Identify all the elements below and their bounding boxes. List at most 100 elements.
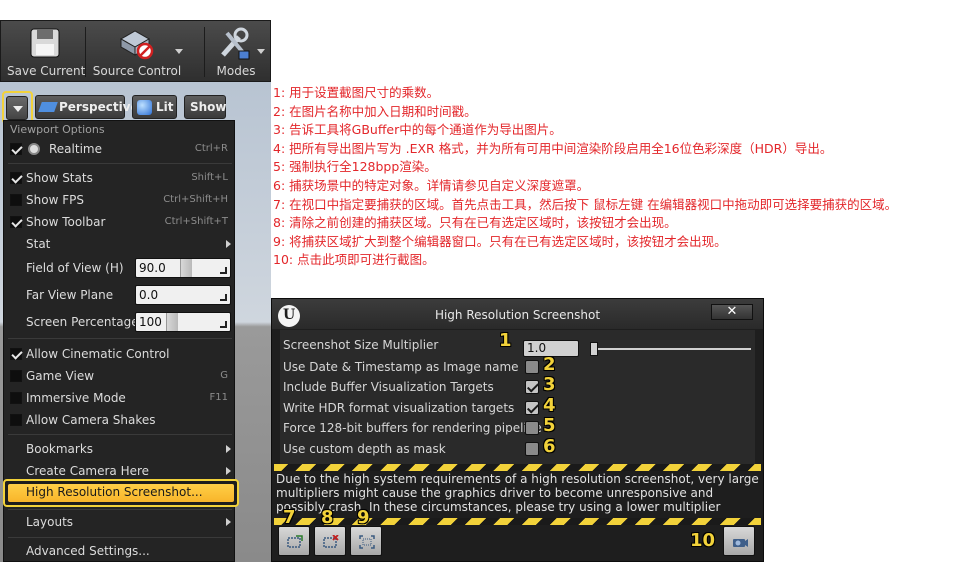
show-button[interactable]: Show <box>184 95 227 119</box>
shortcut: Shift+L <box>191 172 228 183</box>
capture-region-button[interactable]: 7 <box>278 507 310 556</box>
capture-screenshot-button[interactable]: 10 <box>690 526 755 556</box>
menu-divider <box>8 537 232 538</box>
note-line: 6: 捕获场景中的特定对象。详情请参见自定义深度遮罩。 <box>273 177 590 193</box>
menu-item-show-stats[interactable]: Show Stats Shift+L <box>4 168 234 188</box>
checkbox[interactable] <box>525 380 539 394</box>
show-label: Show <box>190 100 227 114</box>
slider-knob[interactable] <box>166 313 178 331</box>
menu-item-high-resolution-screenshot[interactable]: High Resolution Screenshot... <box>3 479 239 507</box>
note-line: 10: 点击此项即可进行截图。 <box>273 252 435 268</box>
submenu-arrow-icon <box>226 445 231 453</box>
source-control-button[interactable]: Source Control <box>89 21 185 81</box>
save-current-button[interactable]: Save Current <box>7 21 85 81</box>
menu-section-header: Viewport Options <box>10 123 105 136</box>
menu-item-immersive-mode[interactable]: Immersive Mode F11 <box>4 388 234 408</box>
modes-button[interactable]: Modes <box>207 21 265 81</box>
field-value: 90.0 <box>139 261 166 275</box>
menu-item-bookmarks[interactable]: Bookmarks <box>4 439 234 459</box>
option-label: Include Buffer Visualization Targets <box>283 380 494 394</box>
checkbox[interactable] <box>10 392 22 404</box>
slider-knob[interactable] <box>180 259 192 277</box>
checkbox[interactable] <box>10 348 22 360</box>
modes-label: Modes <box>216 64 256 78</box>
note-line: 4: 把所有导出图片写为 .EXR 格式，并为所有可用中间渲染阶段启用全16位色… <box>273 140 833 156</box>
note-line: 1: 用于设置截图尺寸的乘数。 <box>273 85 440 100</box>
toolbar-divider <box>204 27 205 77</box>
menu-item-advanced-settings[interactable]: Advanced Settings... <box>4 541 234 561</box>
menu-item-game-view[interactable]: Game View G <box>4 366 234 386</box>
menu-item-label: Game View <box>26 369 95 383</box>
clear-region-button[interactable]: 8 <box>314 507 346 556</box>
callout-badge: 5 <box>543 415 556 436</box>
perspective-icon <box>38 102 58 112</box>
lit-label: Lit <box>156 100 174 114</box>
far-view-plane-input[interactable]: 0.0 <box>135 285 231 305</box>
menu-item-screen-percentage: Screen Percentage 100 <box>4 312 234 332</box>
dialog-title-bar[interactable]: High Resolution Screenshot ✕ <box>272 299 763 329</box>
menu-item-label: Realtime <box>49 142 102 156</box>
shortcut: G <box>220 370 228 381</box>
menu-item-allow-cinematic-control[interactable]: Allow Cinematic Control <box>4 344 234 364</box>
checkbox[interactable] <box>10 194 22 206</box>
menu-item-realtime[interactable]: Realtime Ctrl+R <box>4 139 234 159</box>
submenu-arrow-icon <box>226 240 231 248</box>
menu-item-allow-camera-shakes[interactable]: Allow Camera Shakes <box>4 410 234 430</box>
checkbox[interactable] <box>10 172 22 184</box>
toolbar-divider <box>85 27 86 77</box>
checkbox[interactable] <box>10 143 22 155</box>
note-line: 5: 强制执行全128bpp渲染。 <box>273 159 437 175</box>
editor-toolbar: Save Current Source Control Modes <box>0 20 271 82</box>
perspective-label: Perspective <box>59 100 139 114</box>
menu-item-stat[interactable]: Stat <box>4 234 234 254</box>
checkbox[interactable] <box>525 360 539 374</box>
source-control-label: Source Control <box>92 64 182 78</box>
checkbox[interactable] <box>525 401 539 415</box>
checkbox[interactable] <box>10 414 22 426</box>
screen-percentage-input[interactable]: 100 <box>135 312 231 332</box>
menu-divider <box>8 509 232 510</box>
fullscreen-region-button[interactable]: 9 <box>350 507 382 556</box>
menu-item-label: Field of View (H) <box>26 261 124 275</box>
option-label: Force 128-bit buffers for rendering pipe… <box>283 421 542 435</box>
camera-icon <box>733 539 748 547</box>
menu-item-label: Screen Percentage <box>26 315 139 329</box>
checkbox[interactable] <box>525 442 539 456</box>
high-resolution-screenshot-dialog: High Resolution Screenshot ✕ Screenshot … <box>271 298 764 562</box>
menu-item-field-of-view: Field of View (H) 90.0 <box>4 258 234 278</box>
perspective-button[interactable]: Perspective <box>35 95 139 119</box>
menu-item-label: Advanced Settings... <box>26 544 150 558</box>
option-label: Use Date & Timestamp as Image name <box>283 360 519 374</box>
note-line: 9: 将捕获区域扩大到整个编辑器窗口。只有在已有选定区域时，该按钮才会出现。 <box>273 233 727 249</box>
callout-badge: 3 <box>543 374 556 395</box>
chevron-down-icon <box>175 49 183 54</box>
menu-divider <box>8 434 232 435</box>
note-line: 7: 在视口中指定要捕获的区域。首先点击工具，然后按下 鼠标左键 在编辑器视口中… <box>273 196 898 212</box>
close-button[interactable]: ✕ <box>711 304 753 320</box>
chevron-down-icon <box>257 49 265 54</box>
callout-badge: 2 <box>543 354 556 375</box>
menu-item-label: Stat <box>26 237 51 251</box>
field-of-view-input[interactable]: 90.0 <box>135 258 231 278</box>
note-line: 3: 告诉工具将GBuffer中的每个通道作为导出图片。 <box>273 122 562 138</box>
menu-item-show-fps[interactable]: Show FPS Ctrl+Shift+H <box>4 190 234 210</box>
option-label: Use custom depth as mask <box>283 442 446 456</box>
multiplier-slider-track[interactable] <box>593 348 751 350</box>
checkbox[interactable] <box>10 216 22 228</box>
checkbox[interactable] <box>10 370 22 382</box>
menu-item-create-camera-here[interactable]: Create Camera Here <box>4 461 234 481</box>
shortcut: Ctrl+R <box>194 143 228 154</box>
modes-icon <box>221 27 250 60</box>
hazard-stripe <box>274 464 761 471</box>
lit-button[interactable]: Lit <box>132 95 177 119</box>
save-icon <box>30 28 60 58</box>
field-value: 0.0 <box>139 288 159 302</box>
callout-badge: 4 <box>543 395 556 416</box>
menu-item-show-toolbar[interactable]: Show Toolbar Ctrl+Shift+T <box>4 212 234 232</box>
option-screenshot-size-multiplier: Screenshot Size Multiplier 1 1.0 <box>283 331 753 357</box>
menu-item-layouts[interactable]: Layouts <box>4 512 234 532</box>
menu-item-far-view-plane: Far View Plane 0.0 <box>4 285 234 305</box>
checkbox[interactable] <box>525 421 539 435</box>
multiplier-slider-thumb[interactable] <box>590 342 598 356</box>
hazard-stripe <box>274 518 761 525</box>
